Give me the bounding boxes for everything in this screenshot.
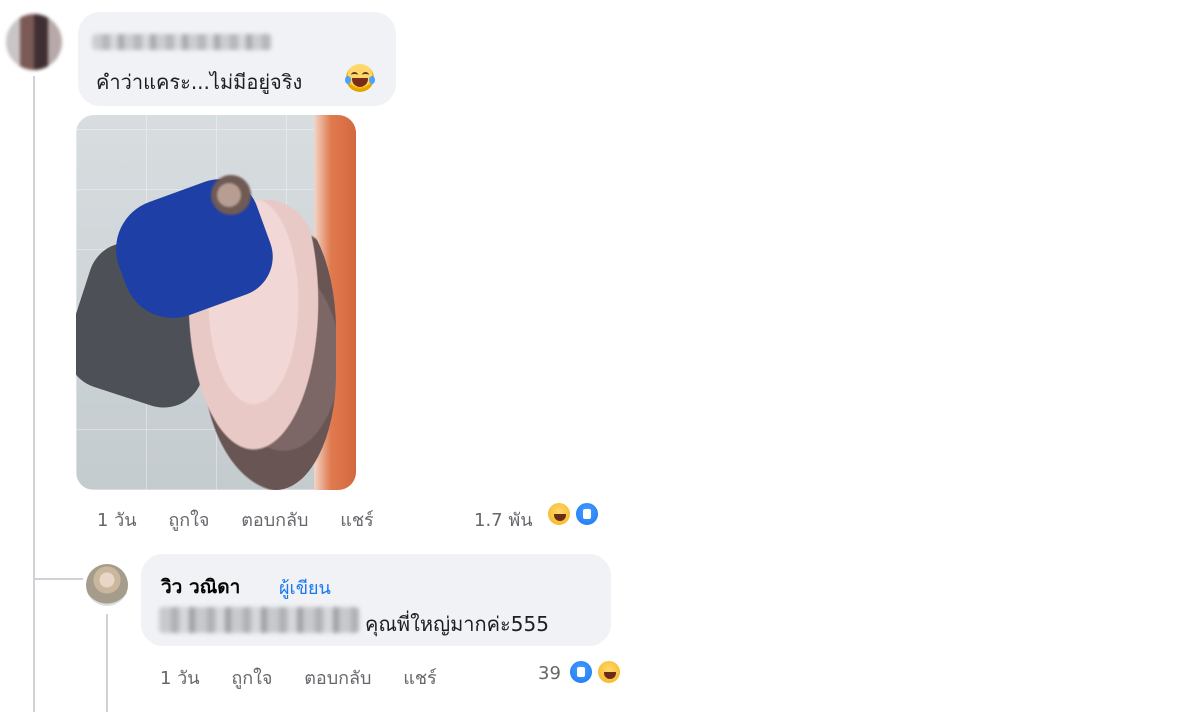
reply-bubble: วิว วณิดา ผู้เขียน คุณพี่ใหญ่มากค่ะ555: [141, 554, 611, 646]
reaction-count[interactable]: 1.7 พัน: [474, 505, 533, 534]
reply-reply-link[interactable]: ตอบกลับ: [304, 668, 371, 689]
thread-line-main: [33, 76, 35, 712]
reply-like-link[interactable]: ถูกใจ: [231, 668, 272, 689]
redacted-author-name[interactable]: [92, 34, 272, 50]
thread-line-reply: [106, 614, 108, 712]
comment-photo[interactable]: [76, 115, 356, 490]
like-reaction-icon[interactable]: [568, 659, 594, 685]
like-reaction-icon[interactable]: [574, 501, 600, 527]
reply-author-name[interactable]: วิว วณิดา: [161, 572, 240, 602]
haha-reaction-icon[interactable]: [546, 501, 572, 527]
reply-link[interactable]: ตอบกลับ: [241, 510, 308, 531]
comment-time[interactable]: 1 วัน: [97, 510, 137, 531]
redacted-mention[interactable]: [159, 607, 359, 633]
reply-meta: 1 วัน ถูกใจ ตอบกลับ แชร์: [160, 663, 463, 692]
reply-text: คุณพี่ใหญ่มากค่ะ555: [365, 612, 549, 636]
avatar-author[interactable]: [86, 564, 128, 606]
comment-text: คำว่าแคระ...ไม่มีอยู่จริง: [96, 70, 303, 94]
reply-share-link[interactable]: แชร์: [403, 668, 437, 689]
reply-reaction-count[interactable]: 39: [538, 663, 561, 684]
share-link[interactable]: แชร์: [340, 510, 374, 531]
laughing-emoji-icon: [345, 64, 375, 92]
reply-time[interactable]: 1 วัน: [160, 668, 200, 689]
photo-person-head: [211, 175, 251, 215]
like-link[interactable]: ถูกใจ: [168, 510, 209, 531]
avatar-commenter[interactable]: [6, 14, 62, 70]
thread-line-branch: [33, 578, 83, 580]
comment-meta: 1 วัน ถูกใจ ตอบกลับ แชร์: [97, 505, 400, 534]
author-badge: ผู้เขียน: [279, 578, 331, 599]
comment-bubble: คำว่าแคระ...ไม่มีอยู่จริง: [78, 12, 396, 106]
haha-reaction-icon[interactable]: [596, 659, 622, 685]
